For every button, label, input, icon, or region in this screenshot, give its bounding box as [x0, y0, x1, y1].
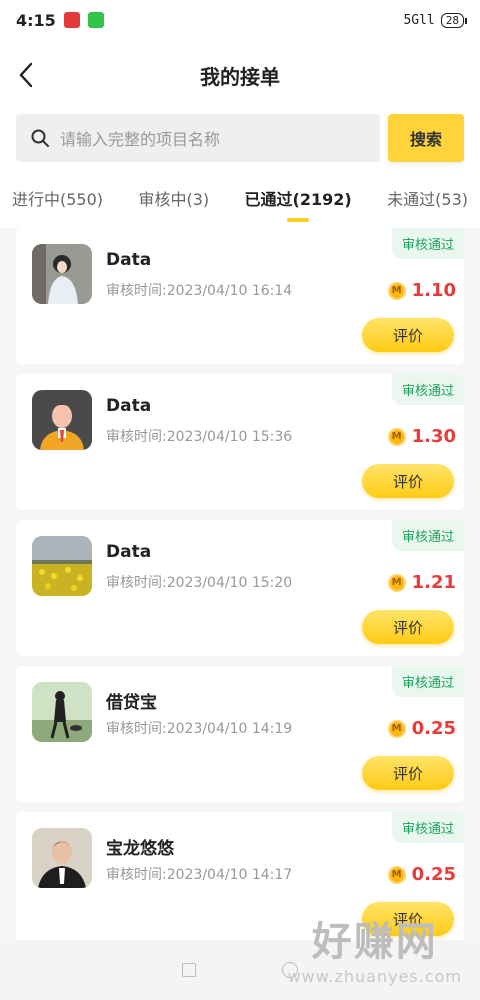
reward-amount: M 0.25 — [387, 864, 456, 885]
reward-amount: M 1.10 — [387, 280, 456, 301]
amount-value: 1.30 — [411, 426, 456, 447]
project-avatar — [32, 244, 92, 304]
project-name: 宝龙悠悠 — [106, 839, 174, 859]
status-badge: 审核通过 — [391, 374, 464, 405]
tab-0[interactable]: 进行中(550) — [12, 176, 103, 220]
watermark-url: www.zhuanyes.com — [287, 967, 462, 986]
tab-label: 已通过(2192) — [244, 190, 352, 209]
coin-icon: M — [387, 865, 406, 884]
status-bar: 4:15 5Gll 28 — [0, 0, 480, 40]
recent-apps-button[interactable] — [182, 963, 196, 977]
tab-1[interactable]: 审核中(3) — [138, 176, 209, 220]
chevron-left-icon — [19, 62, 33, 88]
order-card[interactable]: Data 审核时间:2023/04/10 16:14 审核通过 M 1.10 评价 — [16, 228, 464, 364]
project-name: 借贷宝 — [106, 693, 157, 713]
search-input[interactable]: 请输入完整的项目名称 — [16, 114, 380, 162]
rate-button[interactable]: 评价 — [362, 464, 454, 498]
project-name: Data — [106, 542, 152, 562]
app-notification-icon — [63, 12, 80, 28]
review-time: 审核时间:2023/04/10 16:14 — [106, 283, 293, 299]
coin-icon: M — [387, 281, 406, 300]
review-time: 审核时间:2023/04/10 14:19 — [106, 721, 293, 737]
rate-button[interactable]: 评价 — [362, 756, 454, 790]
tab-label: 未通过(53) — [387, 190, 468, 209]
search-button[interactable]: 搜索 — [388, 114, 464, 162]
project-avatar — [32, 390, 92, 450]
status-right: 5Gll 28 — [403, 12, 468, 28]
status-tabs: 进行中(550) 审核中(3) 已通过(2192) 未通过(53) — [0, 168, 480, 228]
project-avatar — [32, 682, 92, 742]
amount-value: 1.21 — [411, 572, 456, 593]
status-badge: 审核通过 — [391, 666, 464, 697]
rate-button[interactable]: 评价 — [362, 610, 454, 644]
status-badge: 审核通过 — [391, 228, 464, 259]
order-card[interactable]: 借贷宝审核时间:2023/04/10 14:19 审核通过 M 0.25 评价 — [16, 666, 464, 802]
nav-bar: 我的接单 — [0, 40, 480, 110]
download-notification-icon — [87, 12, 104, 28]
review-time: 审核时间:2023/04/10 15:36 — [106, 429, 293, 445]
status-badge: 审核通过 — [391, 520, 464, 551]
watermark-main: 好赚网 — [311, 918, 438, 965]
order-card[interactable]: Data 审核时间:2023/04/10 15:36 审核通过 M 1.30 评价 — [16, 374, 464, 510]
review-time: 审核时间:2023/04/10 14:17 — [106, 867, 293, 883]
signal-icon: 5Gll — [403, 12, 435, 28]
coin-icon: M — [387, 427, 406, 446]
tab-label: 进行中(550) — [12, 190, 104, 209]
coin-icon: M — [387, 573, 406, 592]
back-button[interactable] — [12, 61, 40, 89]
amount-value: 1.10 — [411, 280, 456, 301]
order-list: Data 审核时间:2023/04/10 16:14 审核通过 M 1.10 评价 Data… — [0, 228, 480, 948]
active-tab-indicator — [287, 218, 310, 222]
page-title: 我的接单 — [200, 64, 280, 89]
amount-value: 0.25 — [411, 864, 456, 885]
project-avatar — [32, 536, 92, 596]
reward-amount: M 0.25 — [387, 718, 456, 739]
status-time: 4:15 — [16, 10, 56, 30]
status-badge: 审核通过 — [391, 812, 464, 843]
rate-button[interactable]: 评价 — [362, 318, 454, 352]
project-name: Data — [106, 396, 152, 416]
search-area: 请输入完整的项目名称 搜索 — [0, 110, 480, 168]
coin-icon: M — [387, 719, 406, 738]
project-name: Data — [106, 250, 152, 270]
tab-3[interactable]: 未通过(53) — [387, 176, 468, 220]
review-time: 审核时间:2023/04/10 15:20 — [106, 575, 293, 591]
order-card[interactable]: Data 审核时间:2023/04/10 15:20 审核通过 M 1.21 评价 — [16, 520, 464, 656]
tab-2[interactable]: 已通过(2192) — [244, 176, 352, 222]
search-icon — [31, 129, 49, 147]
watermark: 好赚网 www.zhuanyes.com — [288, 909, 462, 986]
reward-amount: M 1.30 — [387, 426, 456, 447]
tab-label: 审核中(3) — [138, 190, 210, 209]
battery-icon: 28 — [440, 12, 468, 28]
status-left: 4:15 — [16, 11, 104, 30]
project-avatar — [32, 828, 92, 888]
amount-value: 0.25 — [411, 718, 456, 739]
search-placeholder: 请输入完整的项目名称 — [60, 130, 221, 149]
reward-amount: M 1.21 — [387, 572, 456, 593]
